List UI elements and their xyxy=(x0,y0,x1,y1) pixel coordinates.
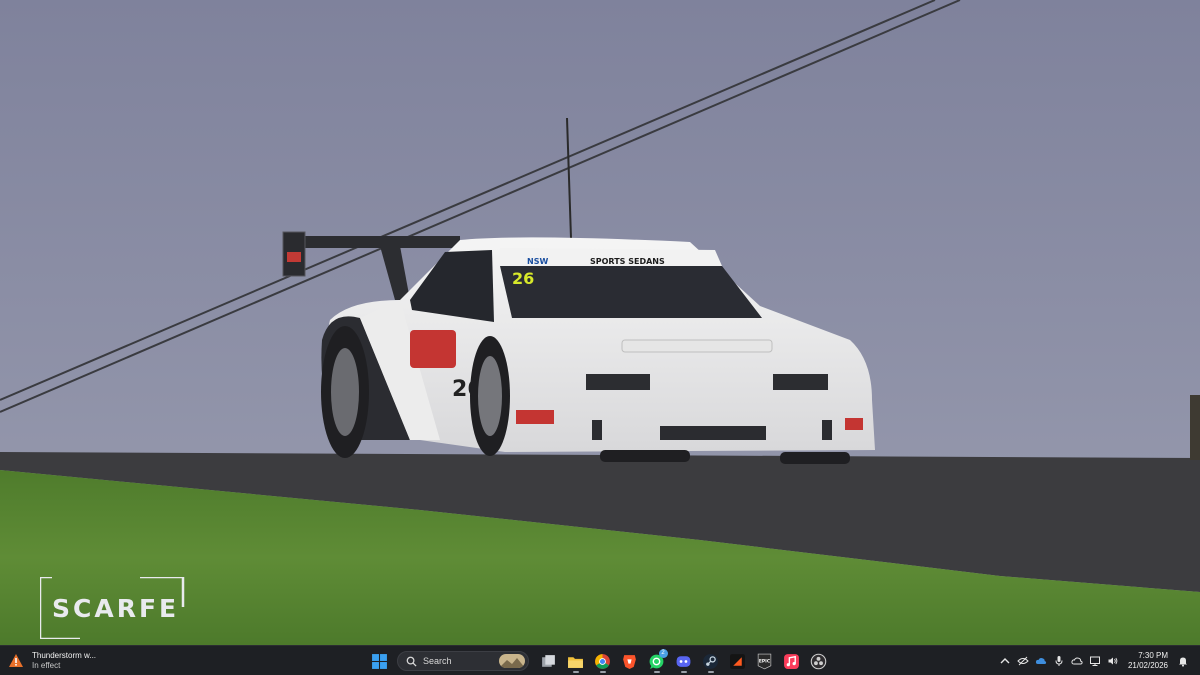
cloud-icon xyxy=(1035,658,1047,664)
microphone-icon xyxy=(1055,656,1063,666)
steam-icon xyxy=(703,653,718,669)
running-indicator xyxy=(707,671,714,673)
car-number-windshield: 26 xyxy=(512,269,534,288)
file-explorer-icon xyxy=(568,656,583,668)
running-indicator xyxy=(680,671,687,673)
bell-icon xyxy=(1179,657,1187,667)
weather-title: Thunderstorm w... xyxy=(32,651,97,660)
speaker-icon xyxy=(1108,657,1118,665)
chrome-icon xyxy=(595,653,610,669)
running-indicator xyxy=(653,671,660,673)
tray-microphone-button[interactable] xyxy=(1050,649,1068,673)
whatsapp-badge: 2 xyxy=(658,649,668,658)
car-banner: SPORTS SEDANS xyxy=(590,257,665,266)
apple-music-button[interactable] xyxy=(780,649,804,673)
flag-app-icon xyxy=(730,653,745,669)
taskbar: Thunderstorm w... In effect Search 2 EPI… xyxy=(0,645,1200,675)
car-banner-prefix: NSW xyxy=(527,257,548,266)
search-icon xyxy=(406,656,417,667)
desktop-wallpaper: NSW SPORTS SEDANS 26 26 SCARFE xyxy=(0,0,1200,645)
whatsapp-button[interactable]: 2 xyxy=(645,649,669,673)
notifications-button[interactable] xyxy=(1174,649,1192,673)
warning-triangle-icon xyxy=(9,654,23,667)
weather-subtitle: In effect xyxy=(32,661,61,670)
running-indicator xyxy=(599,671,606,673)
system-tray: 7:30 PM 21/02/2026 xyxy=(996,649,1192,673)
scarfe-watermark-text: SCARFE xyxy=(52,594,180,623)
tray-network-button[interactable] xyxy=(1086,649,1104,673)
tray-cloud-sync-button[interactable] xyxy=(1068,649,1086,673)
epic-games-icon: EPIC xyxy=(757,653,772,669)
obs-button[interactable] xyxy=(807,649,831,673)
race-car-photo: NSW SPORTS SEDANS 26 26 xyxy=(0,0,1200,645)
flag-app-button[interactable] xyxy=(726,649,750,673)
brave-icon xyxy=(623,654,636,669)
running-indicator xyxy=(572,671,579,673)
taskbar-center: Search 2 EPIC xyxy=(366,649,832,673)
cloud-sync-icon xyxy=(1071,657,1083,665)
clock[interactable]: 7:30 PM 21/02/2026 xyxy=(1128,651,1168,671)
epic-games-button[interactable]: EPIC xyxy=(753,649,777,673)
discord-icon xyxy=(676,655,691,667)
discord-button[interactable] xyxy=(672,649,696,673)
start-button[interactable] xyxy=(368,649,392,673)
network-monitor-icon xyxy=(1089,656,1100,666)
tray-eye-off-button[interactable] xyxy=(1014,649,1032,673)
chrome-button[interactable] xyxy=(591,649,615,673)
weather-widget[interactable]: Thunderstorm w... In effect xyxy=(8,650,96,672)
search-highlight-image xyxy=(499,654,525,668)
file-explorer-button[interactable] xyxy=(564,649,588,673)
task-view-button[interactable] xyxy=(537,649,561,673)
apple-music-icon xyxy=(784,653,799,669)
brave-button[interactable] xyxy=(618,649,642,673)
chevron-up-icon xyxy=(1000,658,1010,664)
task-view-icon xyxy=(542,654,555,667)
clock-time: 7:30 PM xyxy=(1138,651,1168,660)
clock-date: 21/02/2026 xyxy=(1127,661,1168,670)
epic-label: EPIC xyxy=(759,658,770,664)
show-hidden-icons-button[interactable] xyxy=(996,649,1014,673)
windows-logo-icon xyxy=(372,653,387,669)
tray-volume-button[interactable] xyxy=(1104,649,1122,673)
steam-button[interactable] xyxy=(699,649,723,673)
eye-off-icon xyxy=(1017,656,1029,666)
obs-icon xyxy=(810,653,827,669)
search-input[interactable]: Search xyxy=(397,651,529,671)
search-placeholder: Search xyxy=(423,656,452,666)
tray-onedrive-button[interactable] xyxy=(1032,649,1050,673)
